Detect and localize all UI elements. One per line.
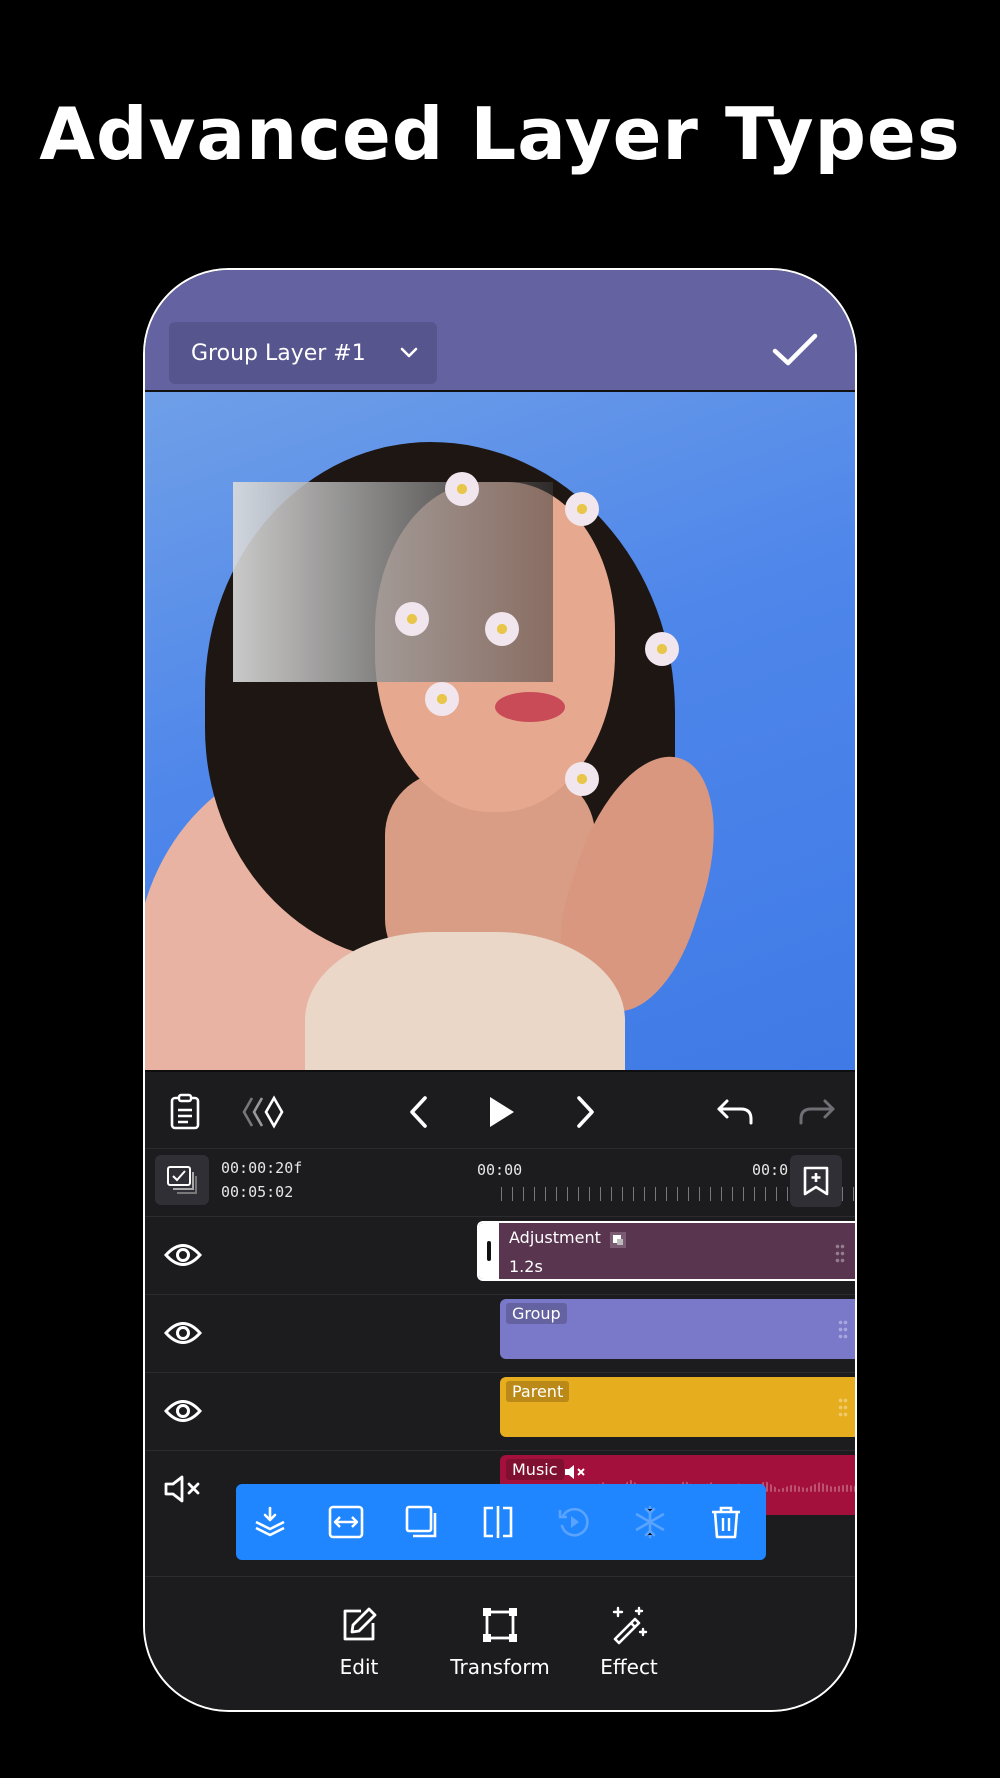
preview-dress (305, 932, 625, 1070)
drag-grip-icon[interactable] (838, 1397, 848, 1419)
effect-label: Effect (600, 1655, 658, 1679)
clipboard-icon[interactable] (163, 1090, 207, 1134)
keyframe-diamonds-icon[interactable] (241, 1090, 291, 1134)
flower-decoration (445, 472, 479, 506)
adjustment-layer-overlay (233, 482, 553, 682)
muted-speaker-icon (565, 1465, 585, 1479)
track-group: Group (145, 1294, 855, 1372)
eye-icon[interactable] (163, 1315, 203, 1351)
transform-box-icon (483, 1608, 517, 1642)
headline: Advanced Layer Types (39, 92, 961, 176)
flower-decoration (425, 682, 459, 716)
eye-icon[interactable] (163, 1237, 203, 1273)
edit-pencil-icon (343, 1607, 377, 1641)
timecode-current: 00:00:20f (221, 1159, 303, 1177)
mute-icon[interactable] (163, 1471, 203, 1507)
drag-grip-icon[interactable] (835, 1243, 845, 1265)
magic-wand-icon (612, 1606, 648, 1645)
clip-label: Adjustment (509, 1228, 601, 1247)
layer-selector-dropdown[interactable]: Group Layer #1 (169, 322, 437, 384)
effect-button[interactable]: Effect (569, 1605, 689, 1679)
flower-decoration (485, 612, 519, 646)
clip-action-toolbar (236, 1484, 766, 1560)
clip-duration: 1.2s (509, 1257, 543, 1276)
select-layers-toggle[interactable] (155, 1155, 209, 1205)
next-frame-icon[interactable] (563, 1090, 607, 1134)
ruler-label-start: 00:00 (477, 1161, 523, 1179)
add-bookmark-button[interactable] (790, 1155, 842, 1207)
edit-button[interactable]: Edit (299, 1605, 419, 1679)
transform-button[interactable]: Transform (440, 1605, 560, 1679)
flower-decoration (565, 762, 599, 796)
rotate-icon[interactable] (554, 1502, 594, 1542)
clip-trim-handle[interactable] (479, 1223, 499, 1279)
phone-frame: Group Layer #1 00:00:20f 00:05:02 00:00 … (143, 268, 857, 1712)
bottom-toolbar: Edit Transform Effect (145, 1576, 855, 1710)
prev-frame-icon[interactable] (397, 1090, 441, 1134)
video-preview-canvas[interactable] (145, 390, 855, 1070)
layer-selector-label: Group Layer #1 (191, 340, 366, 366)
flower-decoration (645, 632, 679, 666)
drag-grip-icon[interactable] (838, 1319, 848, 1341)
bookmark-plus-icon (803, 1166, 829, 1196)
clip-adjustment[interactable]: Adjustment 1.2s (477, 1221, 855, 1281)
preview-lips (495, 692, 565, 722)
track-parent: Parent (145, 1372, 855, 1450)
layers-icon[interactable] (250, 1502, 290, 1542)
duplicate-icon[interactable] (402, 1502, 442, 1542)
clip-parent[interactable]: Parent (500, 1377, 855, 1437)
top-bar: Group Layer #1 (145, 270, 855, 390)
confirm-check-icon[interactable] (771, 330, 819, 370)
transform-label: Transform (450, 1655, 550, 1679)
playback-controls (145, 1070, 855, 1148)
eye-icon[interactable] (163, 1393, 203, 1429)
ruler-label-next: 00:0 (752, 1161, 789, 1179)
chevron-down-icon (400, 347, 418, 358)
adjustment-layer-icon (610, 1232, 626, 1248)
edit-label: Edit (339, 1655, 379, 1679)
split-icon[interactable] (478, 1502, 518, 1542)
clip-label: Music (506, 1459, 564, 1480)
clip-group[interactable]: Group (500, 1299, 855, 1359)
clip-label: Parent (506, 1381, 570, 1402)
layers-check-icon (167, 1166, 197, 1194)
timeline-header: 00:00:20f 00:05:02 00:00 00:0 (145, 1148, 855, 1216)
track-adjustment: Adjustment 1.2s (145, 1216, 855, 1294)
play-icon[interactable] (479, 1090, 523, 1134)
flower-decoration (565, 492, 599, 526)
fit-width-icon[interactable] (326, 1502, 366, 1542)
redo-icon[interactable] (795, 1090, 839, 1134)
trash-icon[interactable] (706, 1502, 746, 1542)
clip-label: Group (506, 1303, 567, 1324)
timecode-total: 00:05:02 (221, 1183, 294, 1201)
freeze-icon[interactable] (630, 1502, 670, 1542)
undo-icon[interactable] (713, 1090, 757, 1134)
flower-decoration (395, 602, 429, 636)
